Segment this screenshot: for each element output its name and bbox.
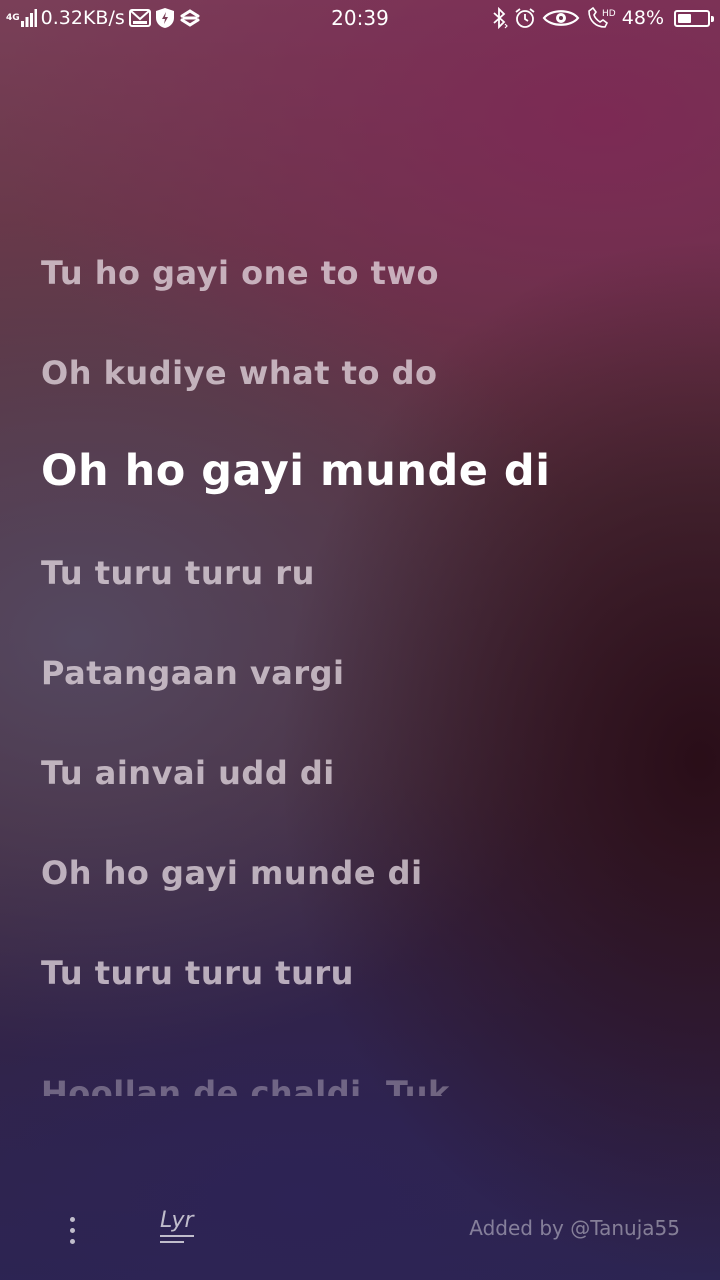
battery-percent: 48%	[621, 7, 664, 29]
signal-icon: 4G	[6, 9, 37, 27]
bluetooth-icon	[492, 7, 508, 29]
shield-icon	[155, 7, 175, 29]
more-dot	[69, 1238, 75, 1244]
sync-icon	[179, 8, 201, 28]
added-by-credit[interactable]: Added by @Tanuja55	[469, 1216, 680, 1240]
battery-icon	[674, 9, 714, 27]
hd-label: HD	[602, 9, 616, 19]
data-speed: 0.32KB/s	[40, 7, 125, 29]
lyric-line[interactable]: Tu ho gayi one to two	[41, 254, 701, 292]
lyric-line[interactable]: Tu ainvai udd di	[41, 754, 701, 792]
lyric-line-current[interactable]: Oh ho gayi munde di	[41, 446, 701, 496]
status-bar: 4G 0.32KB/s 20:39 HD 48%	[0, 0, 720, 36]
lyric-line[interactable]: Tu turu turu ru	[41, 554, 701, 592]
lyr-underline	[160, 1235, 194, 1237]
lyr-logo-button[interactable]: Lyr	[160, 1208, 204, 1252]
lyr-logo-text: Lyr	[160, 1208, 194, 1233]
hd-call-icon: HD	[586, 7, 616, 29]
network-type: 4G	[6, 12, 20, 23]
gmail-icon	[128, 9, 151, 27]
more-vertical-icon	[69, 1216, 75, 1222]
more-options-button[interactable]	[52, 1210, 92, 1250]
lyric-line[interactable]: Tu turu turu turu	[41, 954, 701, 992]
lyric-line[interactable]: Patangaan vargi	[41, 654, 701, 692]
bottom-bar: Lyr Added by @Tanuja55	[0, 1190, 720, 1270]
status-bar-left: 4G 0.32KB/s	[6, 5, 201, 31]
more-dot	[69, 1227, 75, 1233]
eye-icon	[542, 8, 580, 28]
lyrics-view[interactable]: Tu ho gayi one to two Oh kudiye what to d…	[0, 240, 720, 1100]
lyr-underline-short	[160, 1241, 184, 1243]
lyric-line[interactable]: Oh ho gayi munde di	[41, 854, 701, 892]
lyric-line[interactable]: Oh kudiye what to do	[41, 354, 701, 392]
battery-level	[678, 13, 691, 23]
status-bar-right: HD 48%	[492, 5, 714, 31]
lyric-line[interactable]: Hoollan de chaldi, Tuk	[41, 1074, 701, 1096]
alarm-icon	[514, 7, 536, 29]
